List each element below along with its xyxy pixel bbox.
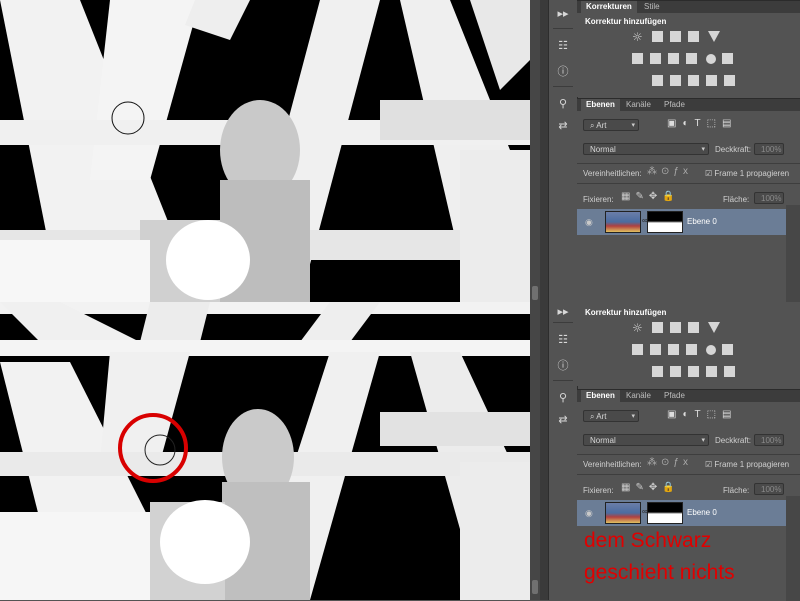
propagate-checkbox[interactable]: ☑ Frame 1 propagieren (705, 169, 789, 178)
adjustments-panel-bottom: Korrektur hinzufügen ☼ (577, 302, 800, 386)
panel-dock-strip-bottom: ▸▸ ☷ ⓘ ⚲ ⇄ (548, 302, 578, 600)
tab-korrekturen[interactable]: Korrekturen (581, 1, 637, 13)
adjustments-panel-top: Korrekturen Stile Korrektur hinzufügen ☼ (577, 0, 800, 97)
fill-field[interactable]: 100% (754, 483, 784, 495)
lock-icons[interactable]: ▦✎✥🔒 (621, 191, 680, 202)
annotation-text-line2: geschieht nichts (584, 561, 735, 584)
layer-filter-dropdown[interactable]: ⌕ Art ▾ (583, 410, 639, 422)
layer-thumbnail (605, 502, 641, 524)
unify-label: Vereinheitlichen: (583, 460, 642, 469)
brush-preset-icon[interactable]: ⚲ (555, 390, 571, 406)
tab-pfade[interactable]: Pfade (659, 390, 690, 402)
adjustment-icon-grid: ☼ (632, 30, 735, 86)
info-icon[interactable]: ⓘ (555, 64, 571, 80)
properties-icon[interactable]: ☷ (555, 332, 571, 348)
lock-icons[interactable]: ▦✎✥🔒 (621, 482, 680, 493)
filter-icons: ▣◐T⬚▤ (667, 409, 738, 420)
arrange-icon[interactable]: ▸▸ (555, 6, 571, 22)
opacity-label: Deckkraft: (715, 436, 752, 445)
scroll-thumb[interactable] (532, 580, 538, 594)
canvas-bottom[interactable] (0, 302, 530, 600)
tab-pfade[interactable]: Pfade (659, 99, 690, 111)
tool-presets-icon[interactable]: ⇄ (555, 118, 571, 134)
opacity-field[interactable]: 100% (754, 143, 784, 155)
visibility-eye-icon[interactable]: ◉ (585, 508, 595, 518)
layer-mask-image-bottom (0, 302, 530, 600)
scroll-thumb[interactable] (532, 286, 538, 300)
layer-row-ebene-0[interactable]: ◉ ∞ Ebene 0 (577, 500, 786, 526)
layers-scrollbar[interactable] (786, 205, 800, 303)
svg-text:☼: ☼ (632, 321, 643, 335)
fill-label: Fläche: (723, 486, 750, 495)
layer-name: Ebene 0 (687, 508, 717, 517)
tab-kanaele[interactable]: Kanäle (621, 99, 656, 111)
panel-dock-strip-top: ▸▸ ☷ ⓘ ⚲ ⇄ (548, 0, 578, 302)
tab-ebenen[interactable]: Ebenen (581, 99, 620, 111)
layers-panel-top: Ebenen Kanäle Pfade ⌕ Art ▾ ▣◐T⬚▤ Normal ▾… (577, 98, 800, 303)
layer-mask-thumbnail (647, 211, 683, 233)
fill-label: Fläche: (723, 195, 750, 204)
tab-ebenen[interactable]: Ebenen (581, 390, 620, 402)
opacity-label: Deckkraft: (715, 145, 752, 154)
brush-preset-icon[interactable]: ⚲ (555, 96, 571, 112)
propagate-checkbox[interactable]: ☑ Frame 1 propagieren (705, 460, 789, 469)
lock-label: Fixieren: (583, 486, 614, 495)
canvas-bottom-scrollbar[interactable] (530, 302, 540, 600)
canvas-top-scrollbar[interactable] (530, 0, 540, 302)
panel-gutter (540, 0, 548, 302)
layer-row-ebene-0[interactable]: ◉ ∞ Ebene 0 (577, 209, 786, 235)
filter-icons: ▣◐T⬚▤ (667, 118, 738, 129)
info-icon[interactable]: ⓘ (555, 358, 571, 374)
arrange-icon[interactable]: ▸▸ (555, 304, 571, 320)
lock-label: Fixieren: (583, 195, 614, 204)
svg-text:☼: ☼ (632, 30, 643, 44)
layer-mask-image-top (0, 0, 530, 302)
canvas-top[interactable] (0, 0, 530, 302)
adjustments-title: Korrektur hinzufügen (585, 17, 667, 26)
blend-mode-dropdown[interactable]: Normal ▾ (583, 143, 709, 155)
adjustments-title: Korrektur hinzufügen (585, 308, 667, 317)
blend-mode-dropdown[interactable]: Normal ▾ (583, 434, 709, 446)
visibility-eye-icon[interactable]: ◉ (585, 217, 595, 227)
opacity-field[interactable]: 100% (754, 434, 784, 446)
layer-name: Ebene 0 (687, 217, 717, 226)
tab-stile[interactable]: Stile (639, 1, 665, 13)
adjustment-icon-grid: ☼ (632, 321, 735, 377)
tab-kanaele[interactable]: Kanäle (621, 390, 656, 402)
panel-gutter (540, 302, 548, 600)
unify-icons: ⁂⊙ƒx (647, 457, 692, 468)
layer-thumbnail (605, 211, 641, 233)
unify-label: Vereinheitlichen: (583, 169, 642, 178)
layers-scrollbar[interactable] (786, 496, 800, 601)
properties-icon[interactable]: ☷ (555, 38, 571, 54)
layer-mask-thumbnail (647, 502, 683, 524)
annotation-text-line1: dem Schwarz (584, 529, 712, 552)
unify-icons: ⁂⊙ƒx (647, 166, 692, 177)
fill-field[interactable]: 100% (754, 192, 784, 204)
layer-filter-dropdown[interactable]: ⌕ Art ▾ (583, 119, 639, 131)
tool-presets-icon[interactable]: ⇄ (555, 412, 571, 428)
